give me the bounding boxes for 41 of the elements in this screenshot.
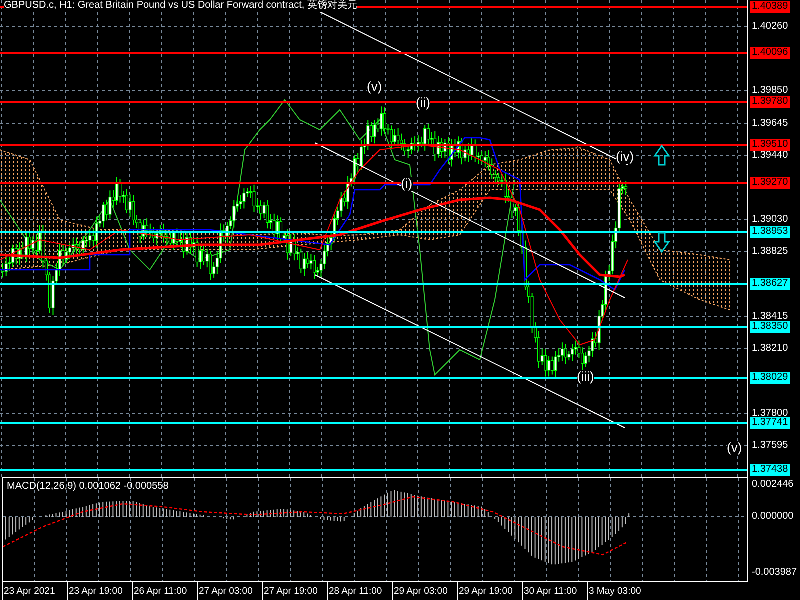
- macd-axis-label: -0.003987: [752, 567, 798, 578]
- time-axis-label: 26 Apr 11:00: [132, 582, 197, 600]
- price-level-badge: 1.39270: [750, 177, 790, 189]
- price-level-badge: 1.38029: [750, 372, 790, 384]
- time-axis-label: 27 Apr 03:00: [197, 582, 262, 600]
- price-level-badge: 1.40389: [750, 1, 790, 13]
- time-axis-label: 23 Apr 19:00: [67, 582, 132, 600]
- price-axis-label: 1.39850: [752, 85, 788, 96]
- price-axis-label: 1.39440: [752, 150, 788, 161]
- price-axis-label: 1.40260: [752, 21, 788, 32]
- price-axis-label: 1.37595: [752, 440, 788, 451]
- wave-label: (ii): [416, 96, 430, 110]
- price-axis-label: 1.38415: [752, 311, 788, 322]
- wave-label: (iv): [616, 150, 634, 164]
- price-axis-label: 1.37800: [752, 408, 788, 419]
- price-axis-label: 1.38210: [752, 343, 788, 354]
- price-level-badge: 1.39510: [750, 139, 790, 151]
- time-axis-label: 23 Apr 2021: [2, 582, 67, 600]
- price-level-badge: 1.39780: [750, 96, 790, 108]
- macd-axis-label: 0.000000: [752, 511, 794, 522]
- time-axis-label: 30 Apr 11:00: [522, 582, 587, 600]
- price-axis-label: 1.38825: [752, 246, 788, 257]
- wave-label: (v): [367, 80, 382, 94]
- macd-label: MACD(12,26,9) 0.001062 -0.000558: [7, 481, 169, 492]
- macd-axis-label: 0.002446: [752, 479, 794, 490]
- time-axis-label: 29 Apr 19:00: [457, 582, 522, 600]
- price-axis-label: 1.39645: [752, 118, 788, 129]
- price-level-badge: 1.38627: [750, 278, 790, 290]
- price-level-badge: 1.37741: [750, 417, 790, 429]
- time-axis-label: 28 Apr 11:00: [327, 582, 392, 600]
- wave-label: (iii): [577, 370, 594, 384]
- price-axis-label: 1.39030: [752, 214, 788, 225]
- price-level-badge: 1.40096: [750, 47, 790, 59]
- time-axis-label: 27 Apr 19:00: [262, 582, 327, 600]
- price-level-badge: 1.38953: [750, 226, 790, 238]
- wave-label: (i): [401, 177, 413, 191]
- price-level-badge: 1.37438: [750, 464, 790, 476]
- time-axis-label: 3 May 03:00: [587, 582, 652, 600]
- time-axis-label: 29 Apr 03:00: [392, 582, 457, 600]
- price-level-badge: 1.38350: [750, 321, 790, 333]
- wave-label: (v): [727, 441, 742, 455]
